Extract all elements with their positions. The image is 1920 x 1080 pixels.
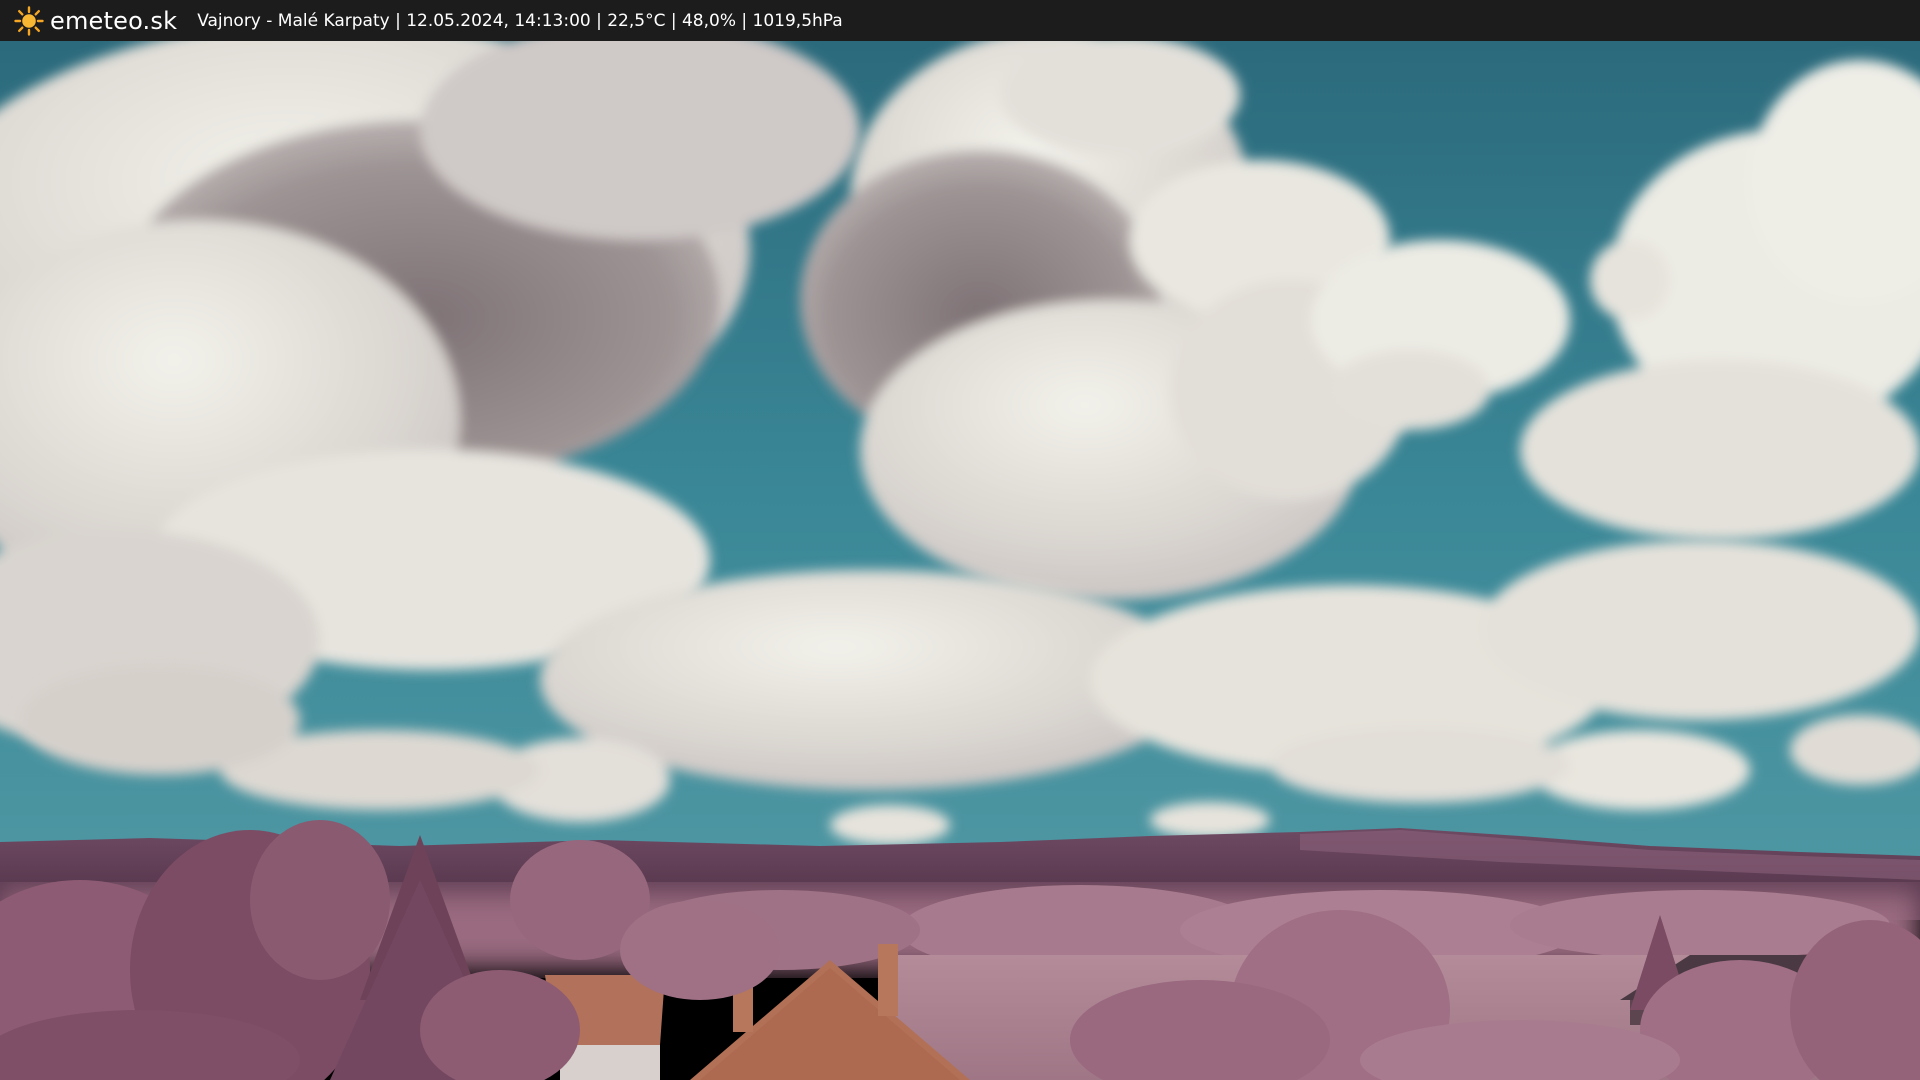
webcam-image — [0, 41, 1920, 1080]
webcam-frame: emeteo.sk Vajnory - Malé Karpaty | 12.05… — [0, 0, 1920, 1080]
top-bar: emeteo.sk Vajnory - Malé Karpaty | 12.05… — [0, 0, 1920, 41]
brand-name: emeteo.sk — [50, 6, 178, 35]
station-caption: Vajnory - Malé Karpaty | 12.05.2024, 14:… — [197, 10, 843, 31]
sun-icon — [14, 5, 44, 36]
